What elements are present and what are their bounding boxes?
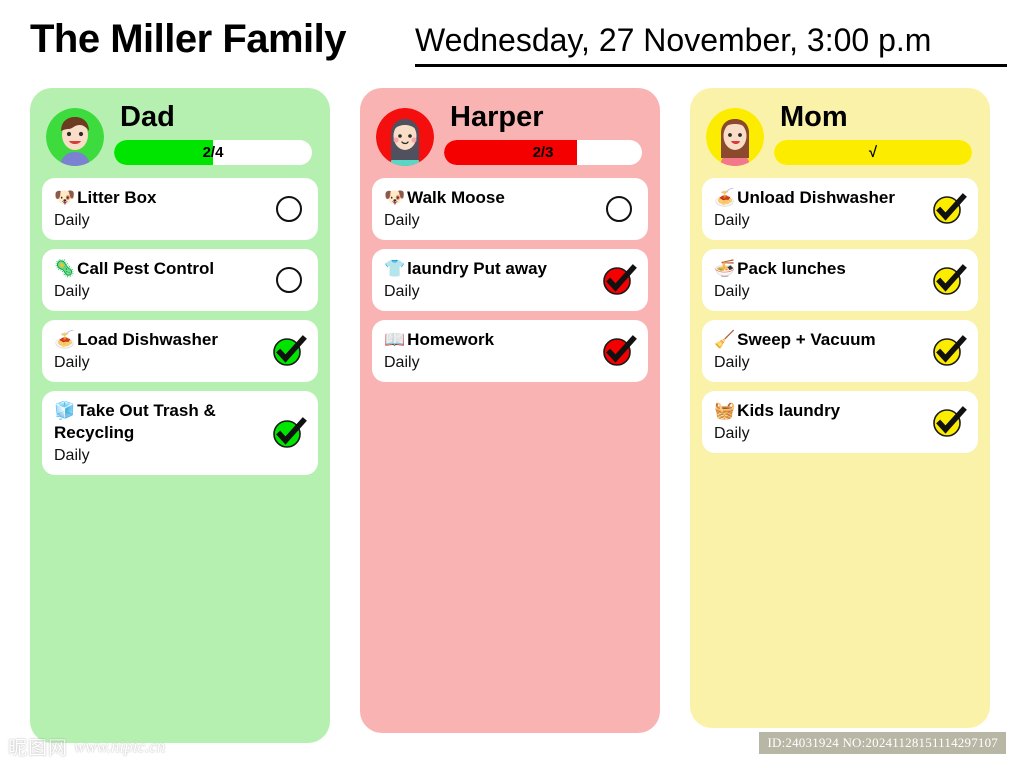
member-name: Mom: [780, 101, 848, 133]
task-frequency: Daily: [714, 212, 750, 229]
task-frequency: Daily: [384, 212, 420, 229]
progress-bar: 2/3: [444, 140, 642, 165]
member-name: Dad: [120, 101, 175, 133]
task-checkbox-checked[interactable]: [933, 406, 967, 438]
chore-board: Dad 2/4 🐶 Litter Box Daily 🦠 Call Pest Control…: [0, 88, 1024, 748]
broom-icon: 🧹: [714, 330, 736, 350]
task-card[interactable]: 🍜 Pack lunches Daily: [702, 249, 978, 311]
task-checkbox-checked[interactable]: [603, 264, 637, 296]
task-checkbox-checked[interactable]: [933, 264, 967, 296]
page-header: The Miller Family Wednesday, 27 November…: [0, 0, 1024, 84]
task-title: Load Dishwasher: [77, 330, 218, 349]
task-title: laundry Put away: [407, 259, 547, 278]
task-frequency: Daily: [714, 425, 750, 442]
task-card[interactable]: 🍝 Unload Dishwasher Daily: [702, 178, 978, 240]
task-checkbox-checked[interactable]: [273, 335, 307, 367]
task-title-row: 🍝 Load Dishwasher: [54, 329, 258, 351]
basket-icon: 🧺: [714, 401, 736, 421]
member-column-dad: Dad 2/4 🐶 Litter Box Daily 🦠 Call Pest Control…: [30, 88, 330, 743]
avatar: [376, 108, 434, 166]
empty-circle-icon: [276, 267, 302, 293]
empty-circle-icon: [606, 196, 632, 222]
task-frequency: Daily: [384, 354, 420, 371]
watermark-image-id: ID:24031924 NO:20241128151114297107: [759, 732, 1006, 754]
task-card[interactable]: 🧹 Sweep + Vacuum Daily: [702, 320, 978, 382]
task-title: Take Out Trash & Recycling: [54, 401, 216, 442]
member-header: Dad 2/4: [42, 100, 318, 172]
task-checkbox-checked[interactable]: [933, 335, 967, 367]
member-column-harper: Harper 2/3 🐶 Walk Moose Daily 👕 laundry Put aw…: [360, 88, 660, 733]
progress-label: 2/4: [202, 144, 224, 161]
progress-bar: √: [774, 140, 972, 165]
task-card[interactable]: 🧺 Kids laundry Daily: [702, 391, 978, 453]
page-title: The Miller Family: [30, 17, 347, 61]
progress-label: 2/3: [532, 144, 554, 161]
task-list: 🐶 Walk Moose Daily 👕 laundry Put away Daily 📖 H…: [372, 178, 648, 382]
progress-bar: 2/4: [114, 140, 312, 165]
task-list: 🐶 Litter Box Daily 🦠 Call Pest Control Daily 🍝…: [42, 178, 318, 475]
microbe-icon: 🦠: [54, 259, 76, 279]
task-title-row: 🍝 Unload Dishwasher: [714, 187, 918, 209]
task-title-row: 🧺 Kids laundry: [714, 400, 918, 422]
task-title: Litter Box: [77, 188, 157, 207]
member-column-mom: Mom √ 🍝 Unload Dishwasher Daily 🍜 Pack lunches…: [690, 88, 990, 728]
dog-face-icon: 🐶: [54, 188, 76, 208]
current-date-time: Wednesday, 27 November, 3:00 p.m: [415, 22, 932, 58]
task-title-row: 📖 Homework: [384, 329, 588, 351]
avatar: [706, 108, 764, 166]
empty-circle-icon: [276, 196, 302, 222]
watermark-site-name: 昵图网: [8, 737, 69, 759]
task-checkbox-checked[interactable]: [273, 417, 307, 449]
task-frequency: Daily: [384, 283, 420, 300]
member-header: Harper 2/3: [372, 100, 648, 172]
task-title: Unload Dishwasher: [737, 188, 895, 207]
ramen-bowl-icon: 🍜: [714, 259, 736, 279]
task-checkbox-unchecked[interactable]: [273, 264, 305, 296]
dog-face-icon: 🐶: [384, 188, 406, 208]
spaghetti-icon: 🍝: [54, 330, 76, 350]
task-title-row: 🧊 Take Out Trash & Recycling: [54, 400, 258, 444]
ice-cube-icon: 🧊: [54, 401, 76, 421]
task-checkbox-checked[interactable]: [933, 193, 967, 225]
task-checkbox-unchecked[interactable]: [603, 193, 635, 225]
task-checkbox-checked[interactable]: [603, 335, 637, 367]
task-checkbox-unchecked[interactable]: [273, 193, 305, 225]
t-shirt-icon: 👕: [384, 259, 406, 279]
task-card[interactable]: 🦠 Call Pest Control Daily: [42, 249, 318, 311]
task-title: Homework: [407, 330, 495, 349]
task-title: Pack lunches: [737, 259, 846, 278]
task-title: Call Pest Control: [77, 259, 215, 278]
task-frequency: Daily: [714, 354, 750, 371]
task-card[interactable]: 🍝 Load Dishwasher Daily: [42, 320, 318, 382]
avatar: [46, 108, 104, 166]
task-frequency: Daily: [54, 212, 90, 229]
task-title-row: 🐶 Litter Box: [54, 187, 258, 209]
task-card[interactable]: 🧊 Take Out Trash & Recycling Daily: [42, 391, 318, 475]
stock-site-watermark: 昵图网 www.nipic.cn: [8, 733, 165, 760]
date-underline: Wednesday, 27 November, 3:00 p.m: [415, 22, 1007, 67]
task-title: Kids laundry: [737, 401, 841, 420]
task-card[interactable]: 📖 Homework Daily: [372, 320, 648, 382]
task-title-row: 🦠 Call Pest Control: [54, 258, 258, 280]
task-frequency: Daily: [54, 283, 90, 300]
member-name: Harper: [450, 101, 544, 133]
task-title: Walk Moose: [407, 188, 505, 207]
task-card[interactable]: 👕 laundry Put away Daily: [372, 249, 648, 311]
progress-label: √: [868, 144, 878, 161]
task-title-row: 🐶 Walk Moose: [384, 187, 588, 209]
task-title-row: 🍜 Pack lunches: [714, 258, 918, 280]
task-list: 🍝 Unload Dishwasher Daily 🍜 Pack lunches Dail…: [702, 178, 978, 453]
watermark-site-url: www.nipic.cn: [74, 736, 166, 756]
task-card[interactable]: 🐶 Walk Moose Daily: [372, 178, 648, 240]
task-title-row: 👕 laundry Put away: [384, 258, 588, 280]
task-title: Sweep + Vacuum: [737, 330, 876, 349]
task-card[interactable]: 🐶 Litter Box Daily: [42, 178, 318, 240]
spaghetti-icon: 🍝: [714, 188, 736, 208]
task-frequency: Daily: [54, 447, 90, 464]
open-book-icon: 📖: [384, 330, 406, 350]
member-header: Mom √: [702, 100, 978, 172]
task-frequency: Daily: [714, 283, 750, 300]
task-title-row: 🧹 Sweep + Vacuum: [714, 329, 918, 351]
task-frequency: Daily: [54, 354, 90, 371]
